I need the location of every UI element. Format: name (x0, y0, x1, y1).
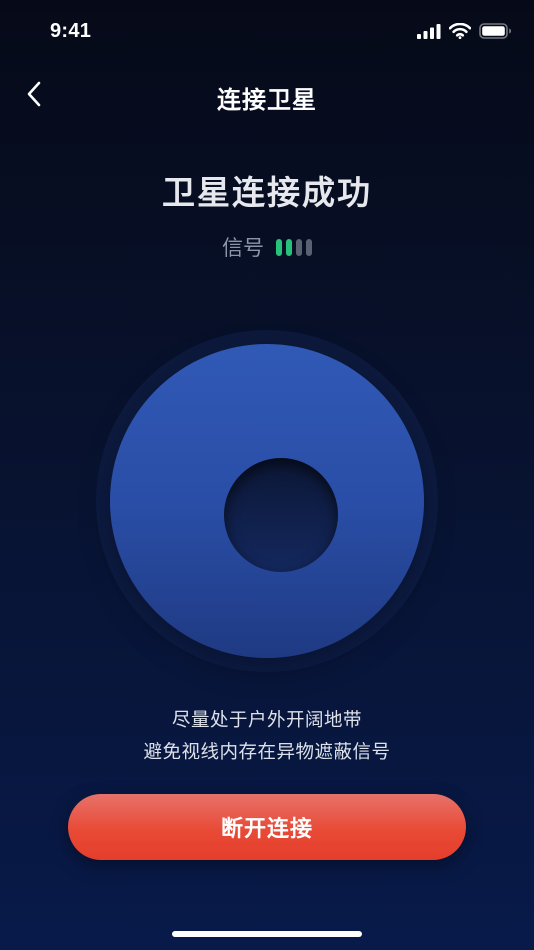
disc-body (110, 344, 424, 658)
signal-strength-bars (276, 238, 312, 256)
wifi-icon (449, 23, 471, 39)
signal-bar (276, 238, 282, 256)
status-bar: 9:41 (0, 0, 534, 62)
signal-bar (296, 238, 302, 256)
disc-center (224, 458, 338, 572)
signal-indicator: 信号 (0, 232, 534, 262)
signal-bar (306, 238, 312, 256)
hint-line-2: 避免视线内存在异物遮蔽信号 (143, 742, 391, 763)
status-icons (417, 23, 512, 39)
cellular-icon (417, 23, 441, 39)
status-time: 9:41 (50, 20, 92, 42)
signal-bar (286, 238, 292, 256)
satellite-disc (96, 330, 438, 672)
battery-icon (479, 23, 512, 39)
signal-label: 信号 (222, 236, 264, 260)
connection-status-title: 卫星连接成功 (162, 173, 372, 212)
nav-bar: 连接卫星 (0, 68, 534, 122)
page-title: 连接卫星 (217, 86, 317, 114)
hint-line-1: 尽量处于户外开阔地带 (171, 710, 362, 731)
disconnect-button[interactable]: 断开连接 (68, 794, 466, 860)
home-indicator[interactable] (172, 931, 362, 937)
